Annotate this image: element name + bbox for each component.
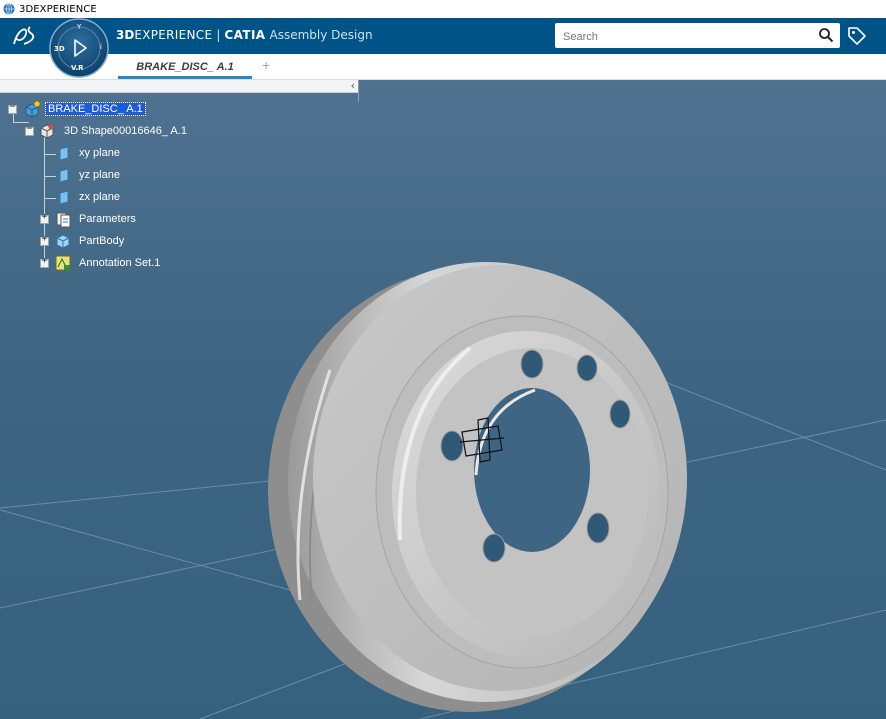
collapse-toggle[interactable]: −: [25, 124, 34, 136]
tree-item-label: BRAKE_DISC_ A.1: [45, 102, 146, 116]
tag-icon[interactable]: [846, 25, 868, 47]
tree-panel-bar: ‹: [0, 80, 358, 93]
compass-vr-label[interactable]: V.R: [71, 64, 84, 72]
brand-experience: EXPERIENCE: [134, 28, 213, 42]
brand-3d: 3D: [116, 28, 135, 42]
dassault-systemes-logo[interactable]: [10, 24, 40, 48]
app-header: 3DEXPERIENCE | CATIA Assembly Design: [0, 18, 886, 54]
3d-shape-icon: [40, 124, 54, 139]
tree-item-label: Parameters: [79, 213, 136, 225]
search-icon[interactable]: [818, 27, 834, 43]
brand-separator: |: [216, 28, 221, 42]
tree-item-brake-disc[interactable]: − BRAKE_DISC_ A.1: [0, 100, 200, 120]
partbody-icon: [56, 234, 70, 249]
active-tab-indicator: [118, 76, 252, 79]
brake-disc-model[interactable]: [268, 262, 687, 712]
expand-toggle[interactable]: +: [40, 234, 49, 246]
app-globe-icon: [3, 3, 15, 15]
plane-icon: [59, 190, 69, 205]
expand-toggle[interactable]: +: [40, 212, 49, 224]
compass-top-label: Y: [76, 23, 82, 31]
plane-icon: [59, 146, 69, 161]
window-title: 3DEXPERIENCE: [19, 3, 97, 15]
parameters-icon: [56, 212, 71, 228]
os-title-bar: 3DEXPERIENCE: [0, 0, 886, 18]
3d-viewport[interactable]: ‹ − BRAKE_DISC_ A.1 − 3D Shape00016646_ …: [0, 80, 886, 719]
compass-3d-label[interactable]: 3D: [54, 45, 65, 53]
tree-item-label: PartBody: [79, 235, 125, 247]
annotation-set-icon: [55, 255, 71, 271]
tree-item-zx-plane[interactable]: zx plane: [0, 188, 200, 208]
tree-item-label: 3D Shape00016646_ A.1: [64, 125, 187, 137]
tree-item-yz-plane[interactable]: yz plane: [0, 166, 200, 186]
brand-title: 3DEXPERIENCE | CATIA Assembly Design: [116, 28, 373, 42]
tree-item-annotation-set[interactable]: + Annotation Set.1: [0, 254, 200, 274]
tree-item-label: xy plane: [79, 147, 120, 159]
document-tab-bar: BRAKE_DISC_ A.1 +: [0, 54, 886, 80]
compass-info-label[interactable]: i: [100, 43, 102, 51]
search-box[interactable]: [555, 23, 840, 48]
brand-product: CATIA: [224, 28, 266, 42]
expand-toggle[interactable]: +: [40, 256, 49, 268]
collapse-panel-button[interactable]: ‹: [351, 80, 355, 92]
product-icon: [25, 100, 41, 118]
tab-brake-disc[interactable]: BRAKE_DISC_ A.1: [118, 54, 252, 79]
tree-item-label: zx plane: [79, 191, 120, 203]
add-tab-button[interactable]: +: [262, 57, 270, 73]
tree-item-xy-plane[interactable]: xy plane: [0, 144, 200, 164]
plane-icon: [59, 168, 69, 183]
brand-app-name: Assembly Design: [269, 28, 373, 42]
tree-item-3d-shape[interactable]: − 3D Shape00016646_ A.1: [0, 122, 220, 142]
tree-item-parameters[interactable]: + Parameters: [0, 210, 200, 230]
specification-tree: − BRAKE_DISC_ A.1 − 3D Shape00016646_ A.…: [0, 98, 360, 298]
collapse-toggle[interactable]: −: [8, 102, 17, 114]
tree-item-partbody[interactable]: + PartBody: [0, 232, 200, 252]
compass-widget[interactable]: Y 3D i V.R: [48, 18, 110, 78]
tree-item-label: yz plane: [79, 169, 120, 181]
tree-item-label: Annotation Set.1: [79, 257, 161, 269]
search-input[interactable]: [561, 27, 805, 46]
tab-label: BRAKE_DISC_ A.1: [136, 60, 234, 73]
